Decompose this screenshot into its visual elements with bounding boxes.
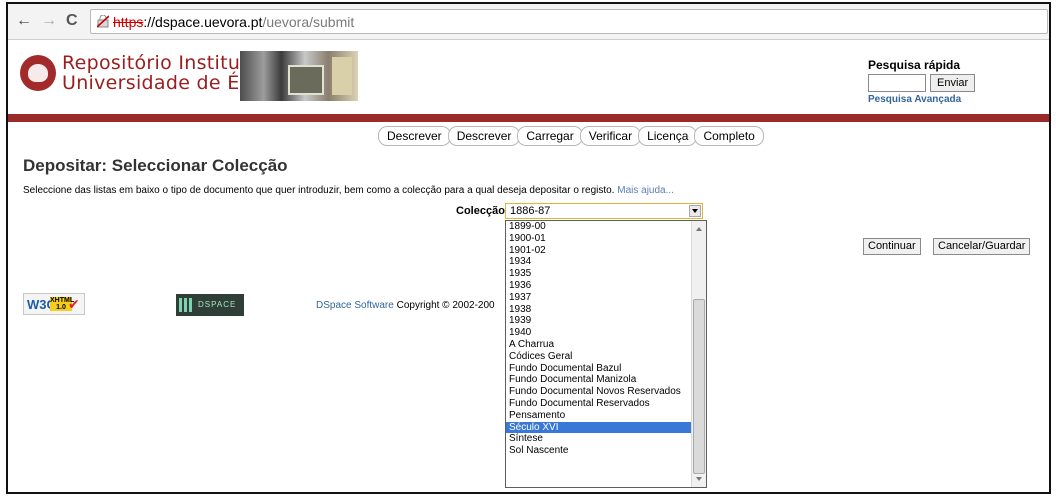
collection-select[interactable]: 1886-87 [505, 203, 703, 219]
dropdown-option[interactable]: Fundo Documental Manizola [506, 374, 691, 386]
url-scheme: https [113, 14, 144, 30]
browser-window: ← → C https://dspace.uevora.pt/uevora/su… [6, 2, 1051, 494]
chevron-down-icon[interactable] [689, 205, 701, 217]
reload-icon[interactable]: C [66, 12, 78, 30]
dropdown-option[interactable]: 1939 [506, 315, 691, 327]
intro-text-body: Seleccione das listas em baixo o tipo de… [23, 185, 615, 196]
header-divider-bar [8, 114, 1049, 122]
dropdown-option[interactable]: 1936 [506, 280, 691, 292]
insecure-lock-icon [97, 15, 109, 28]
continue-button[interactable]: Continuar [863, 238, 921, 255]
university-seal-logo[interactable] [20, 55, 56, 91]
dspace-badge[interactable]: DSPACE [176, 294, 244, 316]
dropdown-option[interactable]: 1934 [506, 256, 691, 268]
url-host: ://dspace.uevora.pt [143, 14, 263, 30]
dropdown-option[interactable]: 1937 [506, 292, 691, 304]
advanced-search-link[interactable]: Pesquisa Avançada [868, 94, 1048, 105]
quick-search-input[interactable] [868, 74, 926, 92]
quick-search: Pesquisa rápida Enviar Pesquisa Avançada [868, 58, 1048, 105]
dspace-badge-text: DSPACE [198, 300, 237, 309]
banner-photo [240, 51, 358, 101]
browser-toolbar: ← → C https://dspace.uevora.pt/uevora/su… [8, 4, 1049, 40]
w3c-xhtml-badge[interactable]: W3C XHTML 1.0 ✔ [23, 293, 85, 315]
dropdown-options: 1899-00 1900-01 1901-02 1934 1935 1936 1937 193… [506, 221, 691, 457]
dropdown-option[interactable]: Fundo Documental Reservados [506, 398, 691, 410]
help-link[interactable]: Mais ajuda... [617, 185, 674, 196]
dropdown-option[interactable]: 1935 [506, 268, 691, 280]
collection-select-value: 1886-87 [510, 205, 551, 217]
page-title: Depositar: Seleccionar Colecção [23, 156, 288, 175]
scrollbar-thumb[interactable] [693, 299, 705, 474]
dropdown-option[interactable]: 1900-01 [506, 233, 691, 245]
step-verify[interactable]: Verificar [579, 126, 642, 146]
dropdown-option[interactable]: Síntese [506, 433, 691, 445]
step-describe-2[interactable]: Descrever [447, 126, 521, 146]
copyright-text: Copyright © 2002-200 [393, 300, 495, 311]
dropdown-option[interactable]: A Charrua [506, 339, 691, 351]
dropdown-option[interactable]: Pensamento [506, 410, 691, 422]
submission-progress-steps: Descrever Descrever Carregar Verificar L… [378, 126, 764, 146]
forward-arrow-icon[interactable]: → [41, 12, 57, 30]
dropdown-option[interactable]: Fundo Documental Bazul [506, 363, 691, 375]
dropdown-option[interactable]: 1940 [506, 327, 691, 339]
address-bar[interactable]: https://dspace.uevora.pt/uevora/submit [90, 9, 1048, 34]
dspace-software-link[interactable]: DSpace Software [316, 300, 394, 311]
dspace-grid-icon [179, 298, 193, 312]
footer-copyright: DSpace Software Copyright © 2002-200 [316, 300, 495, 311]
collection-dropdown-list[interactable]: 1899-00 1900-01 1901-02 1934 1935 1936 1937 193… [505, 220, 707, 488]
dropdown-option[interactable]: 1901-02 [506, 245, 691, 257]
step-complete[interactable]: Completo [694, 126, 764, 146]
back-arrow-icon[interactable]: ← [16, 12, 32, 30]
dropdown-scrollbar[interactable] [691, 221, 706, 487]
url-path: /uevora/submit [262, 14, 355, 30]
dropdown-option[interactable]: 1899-00 [506, 221, 691, 233]
intro-text: Seleccione das listas em baixo o tipo de… [23, 185, 674, 196]
site-header: Repositório Institucional Universidade d… [8, 41, 1049, 114]
dropdown-option[interactable]: 1938 [506, 304, 691, 316]
cancel-save-button[interactable]: Cancelar/Guardar [933, 238, 1031, 255]
dropdown-option[interactable]: Fundo Documental Novos Reservados [506, 386, 691, 398]
dropdown-option[interactable]: Século XVI [506, 421, 691, 434]
quick-search-submit-button[interactable]: Enviar [930, 74, 976, 92]
step-license[interactable]: Licença [638, 126, 698, 146]
step-describe-1[interactable]: Descrever [378, 126, 451, 146]
dropdown-option[interactable]: Códices Geral [506, 351, 691, 363]
scroll-down-arrow-icon[interactable] [696, 477, 702, 481]
step-upload[interactable]: Carregar [517, 126, 583, 146]
collection-label: Colecção [456, 205, 505, 217]
url-text: https://dspace.uevora.pt/uevora/submit [113, 14, 354, 30]
quick-search-label: Pesquisa rápida [868, 58, 961, 72]
dropdown-option[interactable]: Sol Nascente [506, 445, 691, 457]
scroll-up-arrow-icon[interactable] [696, 227, 702, 231]
checkmark-icon: ✔ [68, 296, 80, 312]
